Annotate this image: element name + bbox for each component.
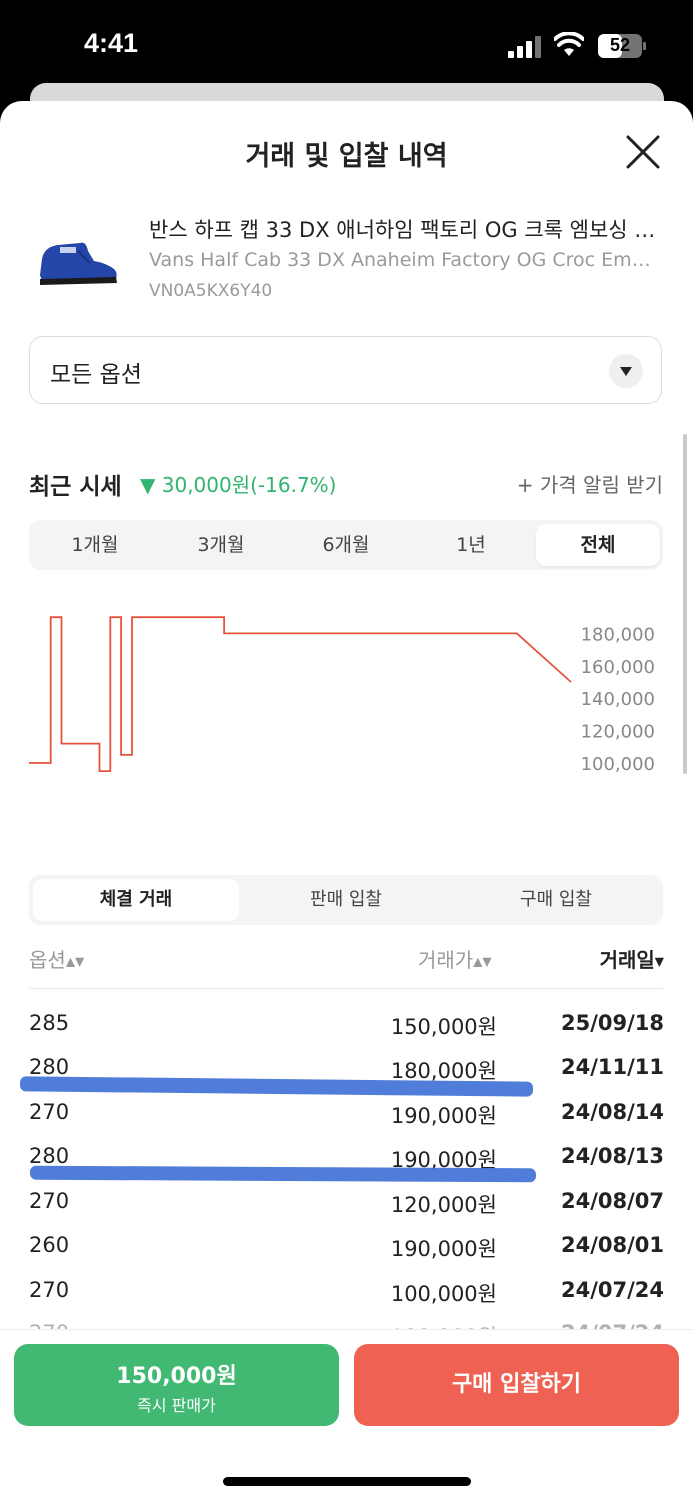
trade-history-sheet: 거래 및 입찰 내역 반스 하프 캡 33 DX 애너하임 팩토리 OG 크록 … [0, 101, 693, 1500]
sort-icon: ▲▼ [65, 954, 85, 969]
wifi-icon [554, 32, 584, 56]
cellular-signal-icon [508, 36, 541, 58]
cell-option: 260 [29, 1233, 70, 1257]
cell-price: 100,000원 [390, 1282, 497, 1306]
tab-3-months[interactable]: 3개월 [159, 520, 283, 570]
product-code: VN0A5KX6Y40 [149, 281, 273, 301]
column-header-option[interactable]: 옵션▲▼ [29, 944, 84, 973]
product-image [40, 242, 117, 285]
recent-price-title: 최근 시세 [29, 474, 122, 500]
sheet-title: 거래 및 입찰 내역 [245, 141, 448, 172]
cell-price: 190,000원 [390, 1237, 497, 1261]
battery-icon: 52 [598, 34, 646, 58]
y-tick-label: 140,000 [581, 689, 655, 710]
highlight-mark [29, 1165, 537, 1183]
y-tick-label: 180,000 [581, 624, 655, 645]
y-tick-label: 120,000 [581, 722, 655, 743]
column-header-price[interactable]: 거래가▲▼ [418, 944, 492, 973]
product-name-en: Vans Half Cab 33 DX Anaheim Factory OG C… [149, 249, 661, 271]
table-row: 260 190,000원 24/08/01 [0, 1233, 693, 1277]
home-indicator [223, 1477, 471, 1486]
tab-6-months[interactable]: 6개월 [284, 520, 408, 570]
cell-option: 270 [29, 1278, 70, 1302]
cell-date: 24/11/11 [560, 1055, 664, 1079]
instant-sell-button[interactable]: 150,000원 즉시 판매가 [14, 1344, 339, 1426]
table-row: 270 100,000원 24/07/24 [0, 1278, 693, 1322]
table-row: 270 120,000원 24/08/07 [0, 1189, 693, 1233]
cell-option: 270 [29, 1189, 70, 1213]
chevron-down-icon [609, 354, 643, 388]
cell-option: 270 [29, 1100, 70, 1124]
option-select[interactable]: 모든 옵션 [29, 336, 662, 404]
column-header-date-label: 거래일 [599, 948, 655, 972]
cell-option: 280 [29, 1055, 70, 1079]
trade-type-tabs: 체결 거래 판매 입찰 구매 입찰 [29, 875, 663, 925]
instant-sell-label: 즉시 판매가 [137, 1396, 216, 1415]
price-line [29, 616, 572, 773]
tab-sell-bids[interactable]: 판매 입찰 [243, 875, 449, 925]
y-tick-label: 160,000 [581, 657, 655, 678]
column-header-option-label: 옵션 [29, 948, 66, 972]
table-divider [29, 988, 663, 989]
cell-date: 24/08/14 [560, 1100, 664, 1124]
cell-date: 24/08/01 [560, 1233, 664, 1257]
sort-desc-icon: ▼ [654, 954, 664, 969]
table-row: 270 190,000원 24/08/14 [0, 1100, 693, 1144]
instant-sell-price: 150,000원 [116, 1364, 237, 1389]
column-header-date[interactable]: 거래일▼ [600, 944, 664, 973]
cell-price: 120,000원 [390, 1193, 497, 1217]
battery-level: 52 [609, 35, 631, 55]
cell-date: 24/08/07 [560, 1189, 664, 1213]
cell-price: 150,000원 [390, 1015, 497, 1039]
product-name: 반스 하프 캡 33 DX 애너하임 팩토리 OG 크록 엠보싱 블루 [149, 218, 661, 242]
cell-date: 24/08/13 [560, 1144, 664, 1168]
close-icon[interactable] [622, 131, 664, 173]
status-bar: 4:41 52 [0, 0, 693, 92]
price-change: ▼ 30,000원(-16.7%) [140, 473, 337, 497]
cell-price: 190,000원 [390, 1104, 497, 1128]
sort-icon: ▲▼ [473, 954, 492, 969]
tab-1-month[interactable]: 1개월 [33, 520, 157, 570]
option-select-label: 모든 옵션 [50, 362, 142, 388]
status-time: 4:41 [84, 28, 139, 58]
bottom-action-bar: 150,000원 즉시 판매가 구매 입찰하기 [0, 1329, 693, 1500]
tab-all[interactable]: 전체 [536, 524, 660, 566]
cell-date: 25/09/18 [560, 1011, 664, 1035]
buy-bid-button[interactable]: 구매 입찰하기 [354, 1344, 679, 1426]
cell-option: 280 [29, 1144, 70, 1168]
tab-1-year[interactable]: 1년 [409, 520, 533, 570]
price-chart: 180,000 160,000 140,000 120,000 100,000 [29, 616, 655, 775]
table-row: 285 150,000원 25/09/18 [0, 1011, 693, 1055]
tab-buy-bids[interactable]: 구매 입찰 [453, 875, 659, 925]
y-tick-label: 100,000 [581, 754, 655, 775]
cell-option: 285 [29, 1011, 70, 1035]
cell-date: 24/07/24 [560, 1278, 664, 1302]
price-alert-link[interactable]: + 가격 알림 받기 [517, 469, 663, 498]
tab-completed-trades[interactable]: 체결 거래 [33, 879, 239, 921]
column-header-price-label: 거래가 [418, 948, 474, 972]
period-tabs: 1개월 3개월 6개월 1년 전체 [29, 520, 663, 570]
